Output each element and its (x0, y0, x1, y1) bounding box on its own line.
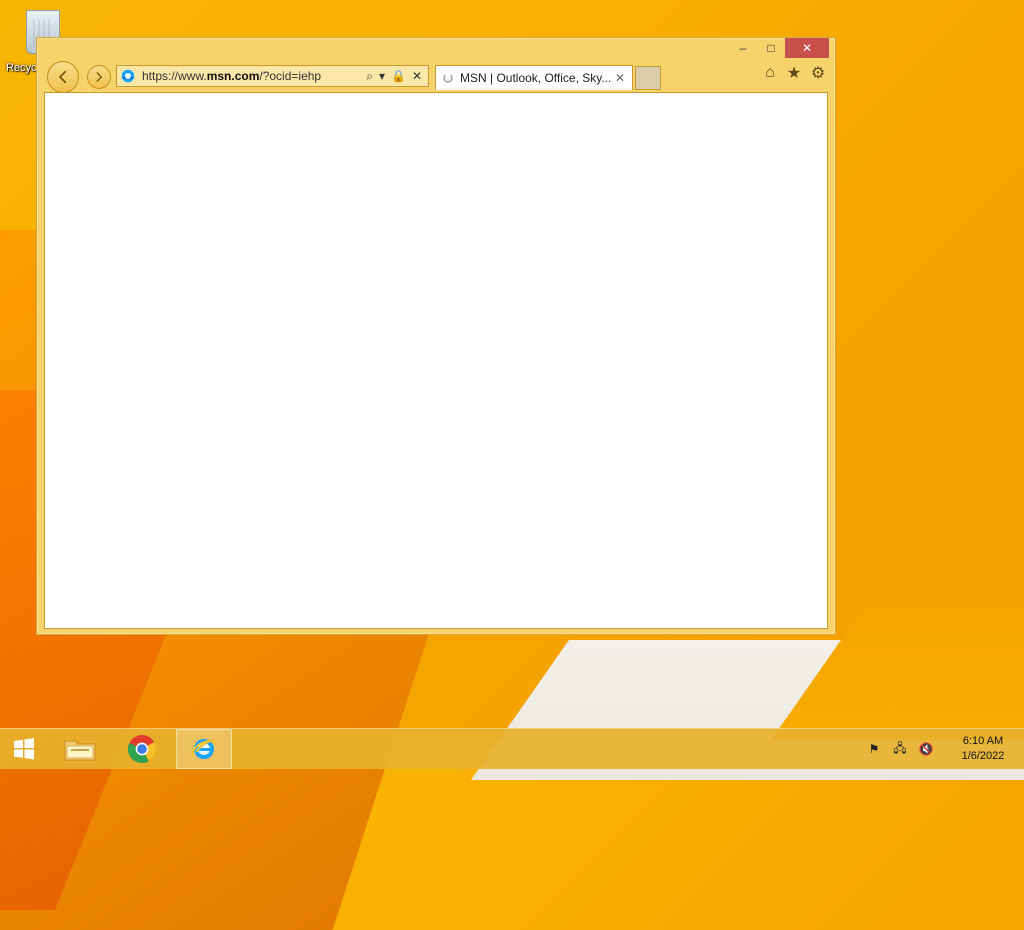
chrome-icon (127, 735, 156, 763)
page-content[interactable] (44, 92, 828, 629)
maximize-icon: □ (767, 41, 775, 55)
dropdown-icon[interactable]: ▾ (379, 69, 385, 83)
taskbar-file-explorer[interactable] (52, 729, 108, 769)
back-arrow-icon (59, 70, 67, 84)
close-icon: ✕ (801, 41, 813, 55)
maximize-button[interactable]: □ (757, 38, 785, 58)
volume-muted-icon[interactable]: 🔇 (918, 741, 934, 757)
new-tab-button[interactable] (635, 66, 661, 90)
close-button[interactable]: ✕ (785, 38, 829, 58)
forward-arrow-icon (96, 72, 103, 82)
tab-title: MSN | Outlook, Office, Sky... (460, 71, 612, 85)
folder-icon (64, 740, 96, 761)
address-tools: ⌕ ▾ 🔒 ✕ (366, 69, 422, 84)
action-center-flag-icon[interactable]: ⚑ (866, 741, 882, 757)
stop-icon[interactable]: ✕ (412, 69, 422, 83)
minimize-button[interactable]: – (729, 38, 757, 58)
ie-site-icon (121, 69, 135, 83)
window-controls: – □ ✕ (729, 38, 829, 58)
address-url[interactable]: https://www.msn.com/?ocid=iehp (142, 69, 366, 83)
start-button[interactable] (0, 729, 48, 769)
loading-spinner-icon (443, 73, 453, 83)
url-host: msn.com (206, 69, 260, 83)
taskbar: ⚑ 🖧 🔇 6:10 AM 1/6/2022 (0, 728, 1024, 769)
system-tray: ⚑ 🖧 🔇 6:10 AM 1/6/2022 (866, 729, 1024, 769)
taskbar-chrome[interactable] (114, 729, 170, 769)
url-suffix: /?ocid=iehp (259, 69, 322, 83)
internet-explorer-icon (190, 739, 218, 759)
home-icon[interactable]: ⌂ (761, 64, 779, 82)
back-button[interactable] (47, 61, 79, 93)
tab-close-icon[interactable]: ✕ (612, 71, 628, 85)
windows-start-icon (14, 738, 34, 760)
forward-button[interactable] (87, 65, 111, 89)
url-prefix: https://www. (142, 69, 207, 83)
browser-toolbar-right: ⌂ ★ ⚙ (761, 64, 827, 82)
taskbar-clock[interactable]: 6:10 AM 1/6/2022 (948, 734, 1018, 764)
taskbar-internet-explorer[interactable] (176, 729, 232, 769)
clock-date: 1/6/2022 (961, 750, 1005, 762)
address-bar[interactable]: https://www.msn.com/?ocid=iehp ⌕ ▾ 🔒 ✕ (116, 65, 429, 87)
clock-time: 6:10 AM (962, 735, 1004, 747)
settings-gear-icon[interactable]: ⚙ (809, 64, 827, 82)
minimize-icon: – (739, 41, 747, 55)
tray-icons: ⚑ 🖧 🔇 (866, 741, 934, 757)
browser-window: – □ ✕ https://www.msn.com/?ocid=iehp ⌕ ▾ (36, 37, 836, 635)
browser-tab[interactable]: MSN | Outlook, Office, Sky... ✕ (435, 65, 633, 90)
recycle-bin-label: Recyc (6, 62, 37, 74)
network-icon[interactable]: 🖧 (892, 741, 908, 757)
lock-icon[interactable]: 🔒 (391, 69, 406, 83)
search-icon[interactable]: ⌕ (366, 69, 373, 84)
favorites-star-icon[interactable]: ★ (785, 64, 803, 82)
